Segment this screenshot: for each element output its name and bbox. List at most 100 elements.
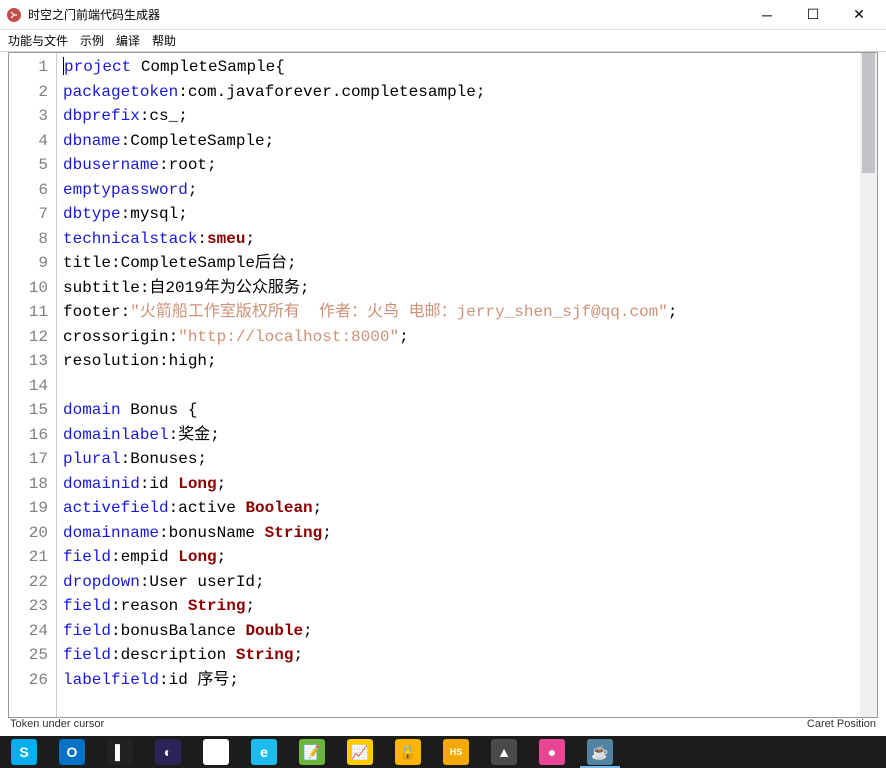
code-token: Long	[178, 548, 216, 566]
taskbar-paint-icon[interactable]: ●	[528, 736, 576, 768]
taskbar-photo-icon[interactable]: ▲	[480, 736, 528, 768]
menu-help[interactable]: 帮助	[146, 30, 182, 51]
line-number: 12	[9, 325, 56, 350]
code-token: smeu	[207, 230, 245, 248]
code-token: plural	[63, 450, 121, 468]
line-number: 6	[9, 178, 56, 203]
code-line[interactable]: field:description String;	[63, 643, 854, 668]
code-token: Bonus {	[121, 401, 198, 419]
line-number: 14	[9, 374, 56, 399]
window-controls: ─ ☐ ✕	[744, 0, 882, 30]
code-line[interactable]: dbusername:root;	[63, 153, 854, 178]
code-line[interactable]: domainlabel:奖金;	[63, 423, 854, 448]
taskbar-eclipse-icon[interactable]: ◐	[144, 736, 192, 768]
code-line[interactable]: emptypassword;	[63, 178, 854, 203]
code-token: field	[63, 597, 111, 615]
menu-sample[interactable]: 示例	[74, 30, 110, 51]
terminal-icon: ▌	[107, 739, 133, 765]
code-line[interactable]: packagetoken:com.javaforever.completesam…	[63, 80, 854, 105]
code-token: :bonusName	[159, 524, 265, 542]
line-number: 24	[9, 619, 56, 644]
scroll-thumb[interactable]	[862, 53, 875, 173]
code-token: crossorigin:	[63, 328, 178, 346]
code-line[interactable]: domainid:id Long;	[63, 472, 854, 497]
code-token: project	[64, 58, 131, 76]
code-area[interactable]: project CompleteSample{packagetoken:com.…	[57, 53, 860, 717]
taskbar-notepad-icon[interactable]: 📝	[288, 736, 336, 768]
code-line[interactable]: technicalstack:smeu;	[63, 227, 854, 252]
code-token: ;	[217, 475, 227, 493]
taskbar-java-icon[interactable]: ☕	[576, 736, 624, 768]
line-number: 22	[9, 570, 56, 595]
chart-icon: 📈	[347, 739, 373, 765]
code-token: technicalstack	[63, 230, 197, 248]
code-token: field	[63, 548, 111, 566]
code-line[interactable]: resolution:high;	[63, 349, 854, 374]
status-left: Token under cursor	[10, 718, 104, 736]
code-line[interactable]: labelfield:id 序号;	[63, 668, 854, 693]
taskbar-lock-icon[interactable]: 🔒	[384, 736, 432, 768]
line-number: 9	[9, 251, 56, 276]
line-number: 1	[9, 55, 56, 80]
taskbar-ie-icon[interactable]: e	[240, 736, 288, 768]
outlook-icon: O	[59, 739, 85, 765]
line-number: 2	[9, 80, 56, 105]
code-token: resolution:high;	[63, 352, 217, 370]
code-line[interactable]: dbname:CompleteSample;	[63, 129, 854, 154]
code-token: ;	[668, 303, 678, 321]
hs-icon: HS	[443, 739, 469, 765]
code-line[interactable]: plural:Bonuses;	[63, 447, 854, 472]
code-token: :bonusBalance	[111, 622, 245, 640]
code-editor[interactable]: 1234567891011121314151617181920212223242…	[8, 52, 878, 718]
lock-icon: 🔒	[395, 739, 421, 765]
close-button[interactable]: ✕	[836, 0, 882, 30]
code-token: String	[236, 646, 294, 664]
minimize-button[interactable]: ─	[744, 0, 790, 30]
code-line[interactable]: field:empid Long;	[63, 545, 854, 570]
code-token: ;	[245, 230, 255, 248]
vertical-scrollbar[interactable]	[860, 53, 877, 717]
menu-compile[interactable]: 编译	[110, 30, 146, 51]
code-line[interactable]: subtitle:自2019年为公众服务;	[63, 276, 854, 301]
code-line[interactable]: title:CompleteSample后台;	[63, 251, 854, 276]
line-number: 5	[9, 153, 56, 178]
taskbar-hs-icon[interactable]: HS	[432, 736, 480, 768]
line-number: 26	[9, 668, 56, 693]
code-token: :reason	[111, 597, 188, 615]
taskbar-skype-icon[interactable]: S	[0, 736, 48, 768]
code-token: ;	[188, 181, 198, 199]
line-number: 25	[9, 643, 56, 668]
code-line[interactable]: dropdown:User userId;	[63, 570, 854, 595]
maximize-button[interactable]: ☐	[790, 0, 836, 30]
code-line[interactable]	[63, 374, 854, 399]
code-token: String	[188, 597, 246, 615]
code-line[interactable]: project CompleteSample{	[63, 55, 854, 80]
java-icon: ☕	[587, 739, 613, 765]
menubar: 功能与文件 示例 编译 帮助	[0, 30, 886, 52]
code-token: title:CompleteSample后台;	[63, 254, 297, 272]
code-token: ;	[217, 548, 227, 566]
code-token: ;	[322, 524, 332, 542]
taskbar-terminal-icon[interactable]: ▌	[96, 736, 144, 768]
code-line[interactable]: dbprefix:cs_;	[63, 104, 854, 129]
code-token: :com.javaforever.completesample;	[178, 83, 485, 101]
code-line[interactable]: footer:"火箭船工作室版权所有 作者：火鸟 电邮：jerry_shen_s…	[63, 300, 854, 325]
menu-file[interactable]: 功能与文件	[2, 30, 74, 51]
taskbar-outlook-icon[interactable]: O	[48, 736, 96, 768]
code-line[interactable]: domain Bonus {	[63, 398, 854, 423]
code-line[interactable]: field:bonusBalance Double;	[63, 619, 854, 644]
code-token: :active	[169, 499, 246, 517]
taskbar-chart-icon[interactable]: 📈	[336, 736, 384, 768]
code-token: ;	[303, 622, 313, 640]
code-token: :description	[111, 646, 236, 664]
code-token: emptypassword	[63, 181, 188, 199]
skype-icon: S	[11, 739, 37, 765]
code-token: String	[265, 524, 323, 542]
code-token: :id 序号;	[159, 671, 239, 689]
code-line[interactable]: domainname:bonusName String;	[63, 521, 854, 546]
code-line[interactable]: dbtype:mysql;	[63, 202, 854, 227]
code-line[interactable]: field:reason String;	[63, 594, 854, 619]
taskbar-mail-icon[interactable]: ✉	[192, 736, 240, 768]
code-line[interactable]: crossorigin:"http://localhost:8000";	[63, 325, 854, 350]
code-line[interactable]: activefield:active Boolean;	[63, 496, 854, 521]
